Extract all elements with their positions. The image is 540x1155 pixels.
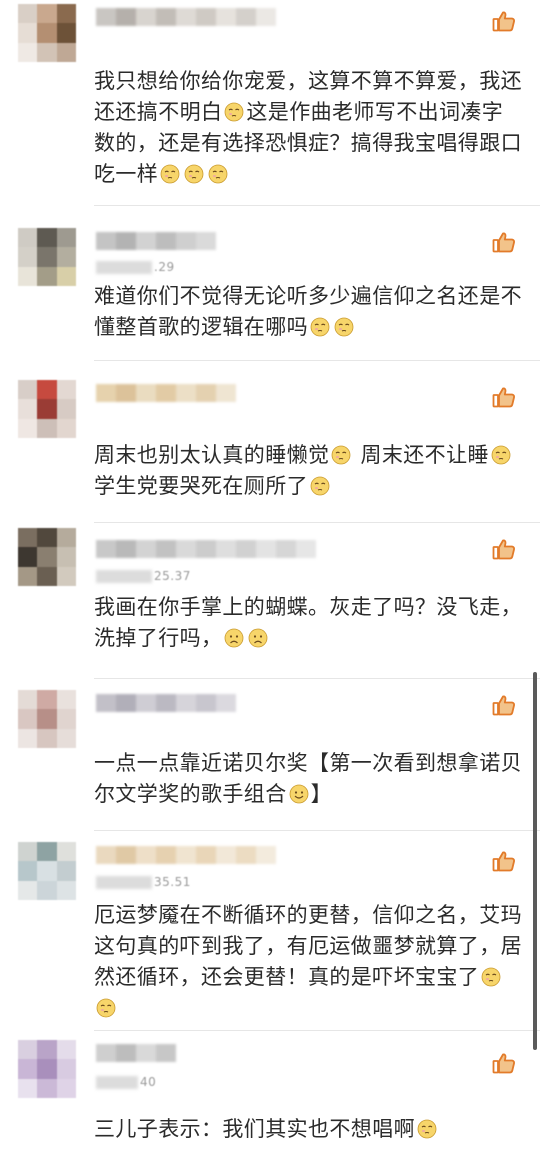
- pensive-face-icon: [332, 445, 351, 465]
- pensive-face-icon: [334, 317, 354, 337]
- comment-text: 三儿子表示：我们其实也不想唱啊: [94, 1114, 524, 1145]
- comment-text-segment: 三儿子表示：我们其实也不想唱啊: [94, 1117, 415, 1141]
- comment-item: 25.37 我画在你手掌上的蝴蝶。灰走了吗？没飞走，洗掉了行吗，: [0, 522, 540, 678]
- comment-item: 一点一点靠近诺贝尔奖【第一次看到想拿诺贝尔文学奖的歌手组合】: [0, 678, 540, 830]
- username-redacted[interactable]: [96, 384, 236, 402]
- comment-text-segment: 我画在你手掌上的蝴蝶。灰走了吗？没飞走，洗掉了行吗，: [94, 595, 522, 650]
- comment-text-segment: 难道你们不觉得无论听多少遍信仰之名还是不懂整首歌的逻辑在哪吗: [94, 284, 522, 339]
- avatar[interactable]: [18, 380, 76, 438]
- timestamp: 40: [140, 1075, 157, 1089]
- pensive-face-icon: [310, 476, 330, 496]
- sad-face-icon: [249, 628, 268, 648]
- username-redacted[interactable]: [96, 1044, 176, 1062]
- timestamp: 35.51: [154, 875, 191, 889]
- comment-text: 我只想给你给你宠爱，这算不算不算爱，我还还还搞不明白 这是作曲老师写不出词凑字数的…: [94, 66, 524, 190]
- pensive-face-icon: [225, 102, 244, 122]
- avatar[interactable]: [18, 842, 76, 900]
- comment-item: 40 三儿子表示：我们其实也不想唱啊: [0, 1030, 540, 1155]
- timestamp-redacted: [96, 261, 152, 274]
- scrollbar[interactable]: [533, 672, 537, 1050]
- pensive-face-icon: [96, 998, 116, 1018]
- comment-text: 厄运梦魇在不断循环的更替，信仰之名，艾玛这句真的吓到我了，有厄运做噩梦就算了，居…: [94, 900, 524, 1024]
- like-button[interactable]: [492, 386, 516, 408]
- avatar[interactable]: [18, 528, 76, 586]
- pensive-face-icon: [310, 317, 330, 337]
- username-redacted[interactable]: [96, 846, 276, 864]
- pensive-face-icon: [160, 164, 180, 184]
- username-redacted[interactable]: [96, 694, 236, 712]
- timestamp: .29: [154, 260, 175, 274]
- pensive-face-icon: [491, 445, 511, 465]
- pensive-face-icon: [208, 164, 228, 184]
- like-button[interactable]: [492, 1052, 516, 1074]
- avatar[interactable]: [18, 1040, 76, 1098]
- avatar[interactable]: [18, 4, 76, 62]
- username-redacted[interactable]: [96, 232, 216, 250]
- comment-text-segment: 厄运梦魇在不断循环的更替，信仰之名，艾玛这句真的吓到我了，有厄运做噩梦就算了，居…: [94, 903, 522, 989]
- comment-item: 35.51 厄运梦魇在不断循环的更替，信仰之名，艾玛这句真的吓到我了，有厄运做噩梦…: [0, 830, 540, 1030]
- avatar[interactable]: [18, 690, 76, 748]
- like-button[interactable]: [492, 231, 516, 253]
- smile-face-icon: [289, 784, 309, 804]
- timestamp-redacted: [96, 876, 152, 889]
- username-redacted[interactable]: [96, 540, 316, 558]
- like-button[interactable]: [492, 850, 516, 872]
- comment-text: 难道你们不觉得无论听多少遍信仰之名还是不懂整首歌的逻辑在哪吗: [94, 281, 524, 343]
- comment-item: .29 难道你们不觉得无论听多少遍信仰之名还是不懂整首歌的逻辑在哪吗: [0, 205, 540, 360]
- pensive-face-icon: [184, 164, 204, 184]
- comment-item: 我只想给你给你宠爱，这算不算不算爱，我还还还搞不明白 这是作曲老师写不出词凑字数的…: [0, 0, 540, 205]
- comment-text-segment: 周末也别太认真的睡懒觉: [94, 443, 330, 467]
- like-button[interactable]: [492, 694, 516, 716]
- timestamp-redacted: [96, 570, 152, 583]
- timestamp-redacted: [96, 1076, 138, 1089]
- comment-item: 周末也别太认真的睡懒觉 周末还不让睡学生党要哭死在厕所了: [0, 360, 540, 522]
- username-redacted[interactable]: [96, 8, 276, 26]
- avatar[interactable]: [18, 228, 76, 286]
- like-button[interactable]: [492, 10, 516, 32]
- timestamp: 25.37: [154, 569, 191, 583]
- comment-text: 一点一点靠近诺贝尔奖【第一次看到想拿诺贝尔文学奖的歌手组合】: [94, 748, 524, 810]
- comment-text: 我画在你手掌上的蝴蝶。灰走了吗？没飞走，洗掉了行吗，: [94, 592, 524, 654]
- like-button[interactable]: [492, 538, 516, 560]
- comment-text: 周末也别太认真的睡懒觉 周末还不让睡学生党要哭死在厕所了: [94, 440, 524, 502]
- pensive-face-icon: [417, 1119, 437, 1139]
- comment-text-segment: 周末还不让睡: [353, 443, 489, 467]
- comment-text-segment: 】: [310, 782, 333, 806]
- pensive-face-icon: [481, 967, 501, 987]
- sad-face-icon: [225, 628, 244, 648]
- comment-text-segment: 学生党要哭死在厕所了: [94, 474, 308, 498]
